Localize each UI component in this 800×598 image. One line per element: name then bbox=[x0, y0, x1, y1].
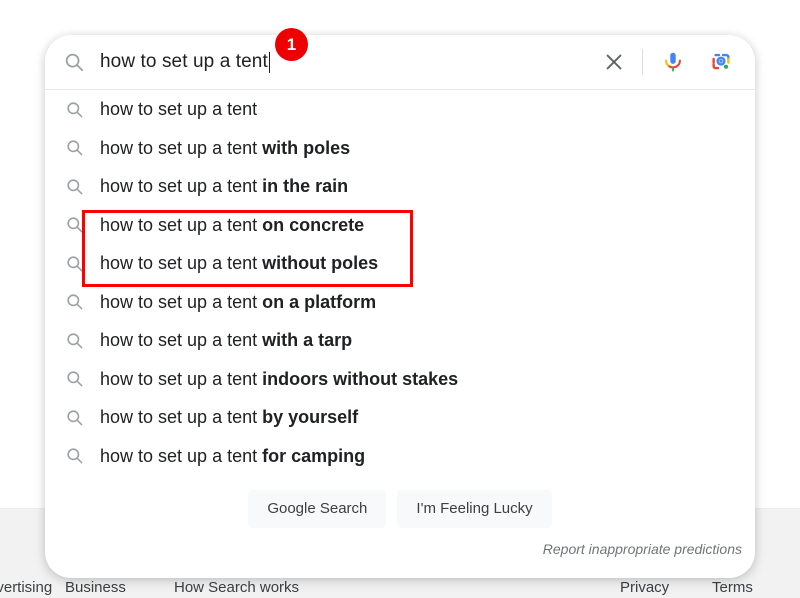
suggestion-text: how to set up a tent indoors without sta… bbox=[100, 368, 459, 389]
search-input[interactable]: how to set up a tent bbox=[100, 35, 270, 89]
suggestion-text: how to set up a tent in the rain bbox=[100, 176, 349, 197]
close-icon[interactable] bbox=[596, 44, 632, 80]
search-icon bbox=[65, 177, 84, 196]
suggestion-item-1[interactable]: how to set up a tent with poles bbox=[45, 129, 755, 168]
suggestion-list: how to set up a tent how to set up a ten… bbox=[45, 90, 755, 475]
search-overlay-page: Advertising Business How Search works Pr… bbox=[0, 0, 800, 598]
search-icon bbox=[65, 254, 84, 273]
step-badge-1: 1 bbox=[275, 28, 308, 61]
search-icon bbox=[65, 408, 84, 427]
suggestion-text: how to set up a tent by yourself bbox=[100, 407, 359, 428]
search-input-row[interactable]: how to set up a tent 1 bbox=[45, 28, 755, 89]
search-icon bbox=[65, 331, 84, 350]
suggestion-item-6[interactable]: how to set up a tent with a tarp bbox=[45, 321, 755, 360]
footer-link-privacy[interactable]: Privacy bbox=[620, 578, 669, 597]
search-query-text: how to set up a tent bbox=[100, 51, 268, 72]
suggestion-text: how to set up a tent bbox=[100, 99, 258, 120]
text-caret bbox=[268, 51, 270, 73]
google-search-button[interactable]: Google Search bbox=[248, 490, 387, 528]
suggestion-item-4[interactable]: how to set up a tent without poles bbox=[45, 244, 755, 283]
search-icon bbox=[65, 215, 84, 234]
footer-link-advertising[interactable]: Advertising bbox=[0, 578, 52, 597]
action-divider bbox=[642, 49, 643, 75]
suggestion-text: how to set up a tent with a tarp bbox=[100, 330, 353, 351]
search-buttons: Google Search I'm Feeling Lucky bbox=[45, 490, 755, 528]
search-icon bbox=[65, 292, 84, 311]
suggestion-text: how to set up a tent on concrete bbox=[100, 214, 365, 235]
suggestion-item-0[interactable]: how to set up a tent bbox=[45, 90, 755, 129]
search-icon bbox=[63, 51, 85, 73]
search-icon bbox=[65, 138, 84, 157]
search-icon bbox=[65, 446, 84, 465]
suggestion-text: how to set up a tent for camping bbox=[100, 445, 366, 466]
search-suggestions-card: how to set up a tent 1 how to set up a t… bbox=[45, 28, 755, 578]
suggestion-text: how to set up a tent on a platform bbox=[100, 291, 377, 312]
footer-links: Advertising Business How Search works Pr… bbox=[0, 578, 800, 597]
suggestion-item-9[interactable]: how to set up a tent for camping bbox=[45, 437, 755, 476]
search-actions bbox=[596, 35, 739, 89]
suggestion-item-3[interactable]: how to set up a tent on concrete bbox=[45, 206, 755, 245]
footer-link-business[interactable]: Business bbox=[65, 578, 126, 597]
report-inappropriate-predictions-link[interactable]: Report inappropriate predictions bbox=[543, 541, 742, 557]
footer-link-how-search-works[interactable]: How Search works bbox=[174, 578, 299, 597]
suggestion-text: how to set up a tent without poles bbox=[100, 253, 379, 274]
suggestion-item-8[interactable]: how to set up a tent by yourself bbox=[45, 398, 755, 437]
suggestion-item-7[interactable]: how to set up a tent indoors without sta… bbox=[45, 360, 755, 399]
im-feeling-lucky-button[interactable]: I'm Feeling Lucky bbox=[397, 490, 552, 528]
search-icon bbox=[65, 369, 84, 388]
suggestion-text: how to set up a tent with poles bbox=[100, 137, 351, 158]
footer-link-terms[interactable]: Terms bbox=[712, 578, 753, 597]
suggestion-item-5[interactable]: how to set up a tent on a platform bbox=[45, 283, 755, 322]
microphone-icon[interactable] bbox=[655, 44, 691, 80]
suggestion-item-2[interactable]: how to set up a tent in the rain bbox=[45, 167, 755, 206]
search-icon bbox=[65, 100, 84, 119]
google-lens-icon[interactable] bbox=[703, 44, 739, 80]
